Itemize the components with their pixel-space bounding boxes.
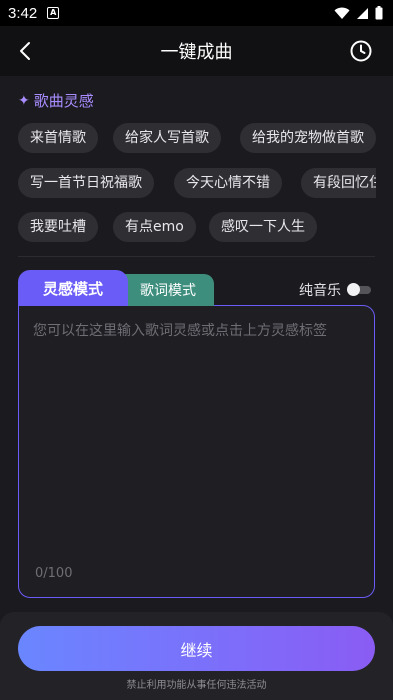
section-title: ✦ 歌曲灵感 [18, 90, 94, 111]
pure-music-toggle-group: 纯音乐 [299, 280, 371, 300]
tag-holiday-song[interactable]: 写一首节日祝福歌 [18, 168, 154, 198]
tag-love-song[interactable]: 来首情歌 [18, 123, 98, 153]
tag-good-mood[interactable]: 今天心情不错 [174, 168, 282, 198]
pure-music-toggle[interactable] [347, 283, 371, 296]
inspiration-tags: 来首情歌 给家人写首歌 给我的宠物做首歌 写一首节日祝福歌 今天心情不错 有段回… [0, 118, 376, 248]
pure-music-label: 纯音乐 [299, 283, 341, 299]
lyrics-input[interactable] [19, 306, 374, 546]
back-button[interactable] [14, 39, 38, 63]
toggle-knob [347, 283, 360, 296]
page-title: 一键成曲 [160, 42, 233, 63]
history-button[interactable] [349, 39, 373, 63]
tag-complain[interactable]: 我要吐槽 [18, 212, 98, 242]
tab-lyrics-mode[interactable]: 歌词模式 [122, 274, 214, 306]
lyrics-input-box: 0/100 [18, 305, 375, 598]
wifi-icon [334, 7, 350, 19]
tag-family-song[interactable]: 给家人写首歌 [113, 123, 221, 153]
tag-life[interactable]: 感叹一下人生 [209, 212, 317, 242]
nav-bar: 一键成曲 [0, 26, 393, 76]
disclaimer: 禁止利用功能从事任何违法活动 [126, 680, 267, 691]
notification-icon: A [47, 7, 60, 19]
bottom-panel: 继续 禁止利用功能从事任何违法活动 [0, 612, 393, 700]
tag-emo[interactable]: 有点emo [113, 212, 196, 242]
clock-icon [350, 40, 372, 62]
chevron-left-icon [20, 42, 30, 60]
battery-icon [375, 6, 383, 20]
sparkle-icon: ✦ [18, 92, 30, 109]
divider [18, 256, 375, 257]
signal-icon [357, 7, 368, 19]
tab-inspiration-mode[interactable]: 灵感模式 [18, 270, 128, 306]
section-title-label: 歌曲灵感 [33, 92, 94, 110]
tag-memory[interactable]: 有段回忆住 [301, 168, 376, 198]
status-indicators [334, 6, 383, 20]
tag-pet-song[interactable]: 给我的宠物做首歌 [240, 123, 376, 153]
char-count: 0/100 [35, 566, 73, 581]
continue-button[interactable]: 继续 [18, 626, 375, 671]
status-time: 3:42 [8, 4, 38, 22]
status-bar: 3:42 A [0, 0, 393, 26]
